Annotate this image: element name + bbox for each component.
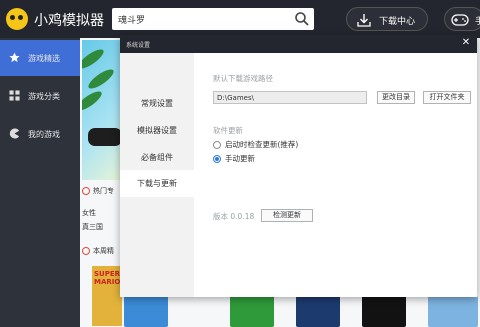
dialog-header: 系统设置 ✕ [120, 35, 477, 53]
sidebar-item-label: 我的游戏 [28, 130, 60, 139]
game-thumbnail[interactable] [230, 296, 274, 327]
search-input[interactable] [118, 11, 288, 27]
game-thumbnail[interactable] [362, 296, 406, 327]
dialog-title: 系统设置 [126, 42, 151, 49]
sidebar: 游戏精选 游戏分类 我的游戏 [0, 38, 80, 327]
auto-update-label: 启动时检查更新(推荐) [225, 140, 299, 149]
sidebar-item-categories[interactable]: 游戏分类 [0, 78, 80, 114]
download-path-input[interactable] [213, 91, 367, 104]
sidebar-item-my-games[interactable]: 我的游戏 [0, 116, 80, 152]
pacman-icon [9, 128, 20, 139]
version-label: 版本 0.0.18 [213, 212, 255, 221]
gamepad-label: 手 [475, 17, 480, 27]
settings-dialog: 系统设置 ✕ 常规设置 模拟器设置 必备组件 下载与更新 默认下载游戏路径 更改… [120, 35, 477, 297]
download-center-label: 下载中心 [379, 17, 416, 27]
palm-leaf [82, 88, 105, 114]
list-item[interactable]: 女性 [82, 208, 122, 218]
settings-nav: 常规设置 模拟器设置 必备组件 下载与更新 [120, 53, 194, 297]
fire-icon [82, 187, 90, 195]
gamepad-icon [451, 14, 469, 26]
chick-logo-icon [6, 8, 28, 30]
manual-update-label: 手动更新 [225, 154, 255, 163]
tab-download-update[interactable]: 下载与更新 [120, 170, 194, 197]
list-item-label: 女性 [82, 209, 96, 217]
tab-emulator[interactable]: 模拟器设置 [120, 117, 194, 144]
tab-components[interactable]: 必备组件 [120, 144, 194, 171]
download-center-button[interactable]: 下载中心 [346, 7, 428, 31]
section-weekly: 本周精 [82, 246, 122, 256]
gamepad-button[interactable]: 手 [444, 7, 480, 31]
app-window: 小鸡模拟器 下载中心 手 [0, 0, 480, 327]
controller-image [88, 128, 122, 146]
radio-button-selected[interactable] [213, 155, 221, 163]
search-icon[interactable] [294, 11, 310, 27]
list-item-label: 真三国 [82, 223, 103, 231]
section-hot-title: 热门专 [93, 187, 114, 195]
sidebar-item-label: 游戏分类 [28, 92, 60, 101]
close-icon[interactable]: ✕ [459, 36, 473, 50]
tab-general[interactable]: 常规设置 [120, 90, 194, 117]
game-thumbnail[interactable] [124, 296, 168, 327]
sidebar-item-label: 游戏精选 [28, 54, 60, 63]
game-thumbnail[interactable] [428, 296, 478, 327]
change-directory-button[interactable]: 更改目录 [377, 91, 415, 104]
featured-banner[interactable] [82, 40, 122, 180]
palm-leaf [85, 66, 117, 92]
grid-icon [9, 90, 20, 101]
section-weekly-title: 本周精 [93, 247, 114, 255]
fire-icon [82, 247, 90, 255]
game-cover-title: SUPER MARIO [94, 270, 121, 286]
palm-leaf [82, 46, 107, 72]
software-update-label: 软件更新 [213, 126, 243, 135]
list-item[interactable]: 真三国 [82, 222, 122, 232]
sidebar-item-featured[interactable]: 游戏精选 [0, 40, 80, 76]
game-thumbnail[interactable] [296, 296, 340, 327]
section-hot: 热门专 [82, 186, 122, 196]
radio-button[interactable] [213, 141, 221, 149]
open-folder-button[interactable]: 打开文件夹 [423, 91, 471, 104]
auto-update-option[interactable]: 启动时检查更新(推荐) [213, 139, 298, 150]
app-title: 小鸡模拟器 [34, 13, 104, 29]
star-icon [9, 52, 20, 63]
download-path-label: 默认下载游戏路径 [213, 74, 273, 83]
search-box[interactable] [112, 8, 314, 30]
download-icon [357, 14, 371, 27]
check-update-button[interactable]: 检测更新 [261, 209, 313, 222]
top-bar: 小鸡模拟器 下载中心 手 [0, 0, 480, 38]
settings-panel: 默认下载游戏路径 更改目录 打开文件夹 软件更新 启动时检查更新(推荐) 手动更… [194, 53, 477, 297]
manual-update-option[interactable]: 手动更新 [213, 153, 255, 164]
